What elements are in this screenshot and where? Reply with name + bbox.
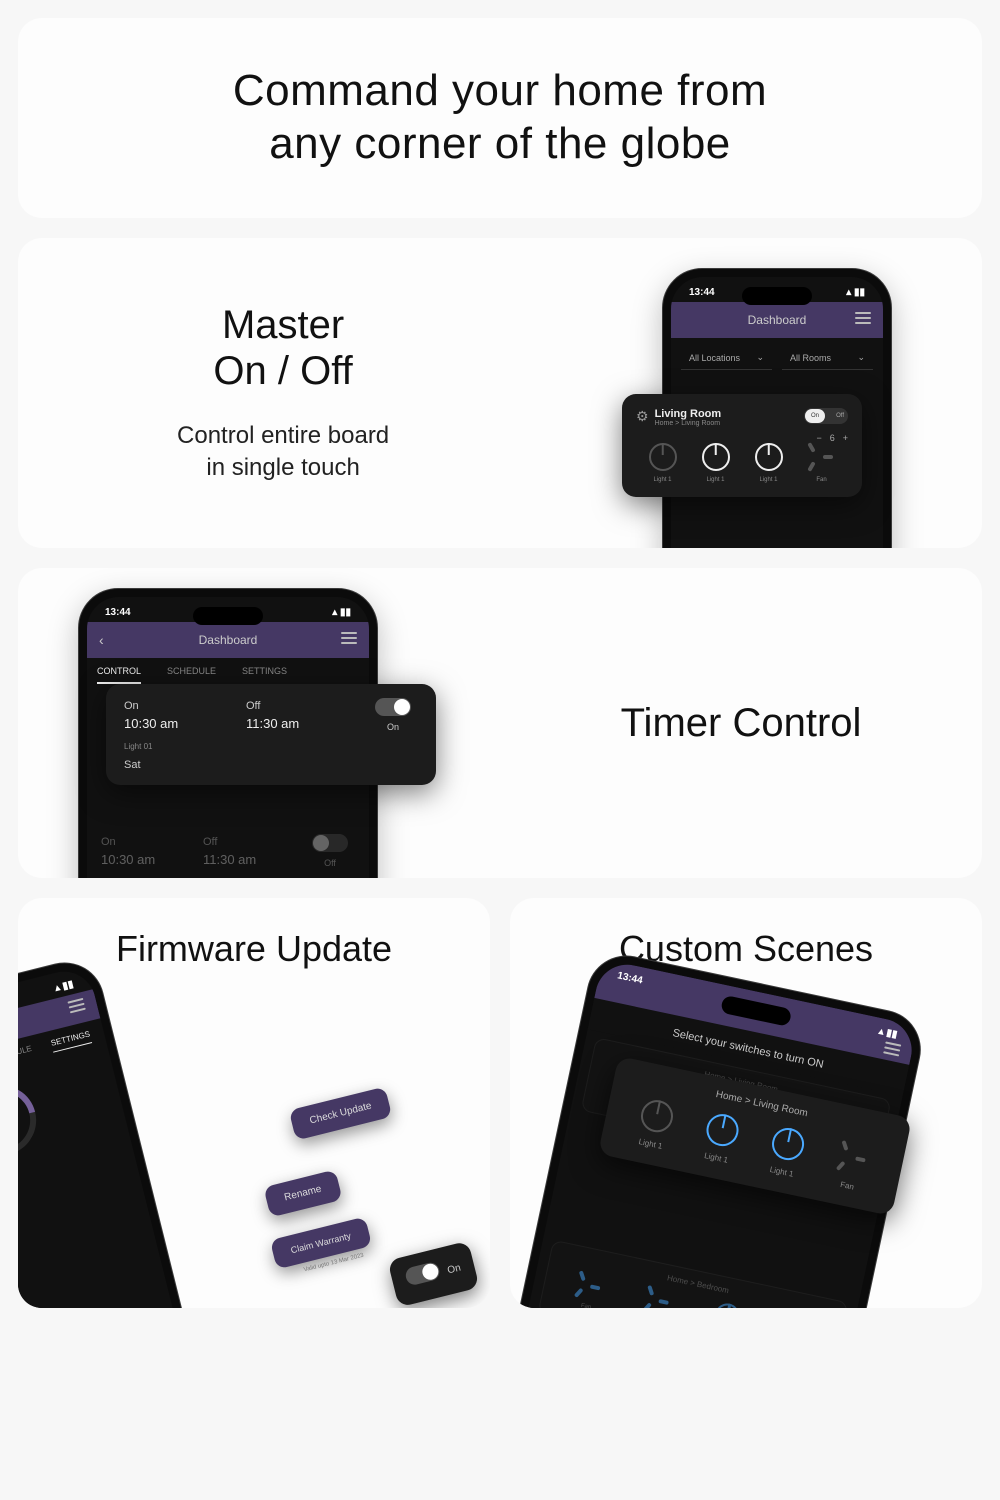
app-header: ‹ Dashboard [87,622,369,658]
power-icon [703,1111,741,1149]
stepper-value: 6 [830,433,835,443]
chevron-down-icon: ⌄ [857,352,865,363]
menu-icon[interactable] [883,1041,901,1056]
menu-icon[interactable] [67,998,85,1014]
rename-button[interactable]: Rename [264,1170,343,1218]
room-path: Home > Living Room [655,420,722,427]
master-text: Master On / Off Control entire board in … [18,238,548,548]
day-label: Sat [124,759,418,771]
on-time: 10:30 am [124,716,246,731]
gear-icon[interactable]: ⚙ [636,408,649,425]
master-phone-area: 13:44 ▴ ▮▮ Dashboard All Locations ⌄ All… [548,238,982,548]
timer-popup: On 10:30 am Off 11:30 am On Light 01 Sat [106,684,436,785]
dimmer-stepper[interactable]: − 6 + [816,433,848,443]
tab-control[interactable]: CONTROL [97,666,141,684]
back-icon[interactable]: ‹ [99,632,104,648]
menu-icon[interactable] [341,632,357,644]
master-title: Master On / Off [213,302,352,394]
fan-icon [834,1139,872,1177]
check-update-button[interactable]: Check Update [288,1086,392,1140]
minus-icon[interactable]: − [816,433,821,443]
toggle-popup: On [387,1241,479,1308]
status-time: 13:44 [689,287,715,298]
off-label: Off [246,700,368,712]
screen-title: Dashboard [199,633,258,647]
tab-schedule[interactable]: SCHEDULE [167,666,216,684]
timer-text: Timer Control [500,568,982,878]
phone-mockup: ▴ ▮▮ ULE SETTINGS 60% SSID: cs Current F… [18,954,215,1308]
timer-card: 13:44 ▴ ▮▮ ‹ Dashboard CONTROL SCHEDULE … [18,568,982,878]
switch-light-1[interactable]: Light 1 [649,443,677,483]
switch-light-2[interactable]: Light 1 [702,443,730,483]
scenes-title: Custom Scenes [510,928,982,970]
chevron-down-icon: ⌄ [756,352,764,363]
switch-light[interactable]: Light 1 [700,1111,741,1166]
hero-title: Command your home from any corner of the… [233,65,767,171]
rooms-dropdown[interactable]: All Rooms ⌄ [782,346,873,370]
master-subtitle: Control entire board in single touch [177,420,389,485]
firmware-title: Firmware Update [18,928,490,970]
status-icons: ▴ ▮▮ [332,607,351,618]
scenes-card: Custom Scenes 13:44 ▴ ▮▮ Select your swi… [510,898,982,1308]
schedule-row-disabled: On 10:30 am Off 11:30 am Off Light 01 [87,824,369,878]
timer-phone-area: 13:44 ▴ ▮▮ ‹ Dashboard CONTROL SCHEDULE … [18,568,500,878]
menu-icon[interactable] [855,312,871,324]
power-icon [755,443,783,471]
on-label: On [124,700,246,712]
switch-fan[interactable]: Fan [831,1139,872,1194]
claim-warranty-button[interactable]: Claim Warranty [270,1217,372,1270]
switch-light-3[interactable]: Light 1 [755,443,783,483]
phone-notch [193,607,263,625]
tab-settings[interactable]: SETTINGS [50,1029,92,1052]
power-icon [638,1097,676,1135]
switch-light[interactable]: Light 1 [634,1097,675,1152]
timer-title: Timer Control [621,700,862,746]
plus-icon[interactable]: + [843,433,848,443]
firmware-card: Firmware Update ▴ ▮▮ ULE SETTINGS 60% SS… [18,898,490,1308]
toggle-state: On [368,722,418,732]
hero-card: Command your home from any corner of the… [18,18,982,218]
power-icon [649,443,677,471]
toggle-switch[interactable] [404,1261,441,1287]
switch-fan[interactable]: Fan [808,443,836,483]
app-header: Dashboard [671,302,883,338]
schedule-toggle[interactable] [375,698,411,716]
schedule-toggle[interactable] [312,834,348,852]
device-label: Light 01 [124,742,418,751]
status-icons: ▴ ▮▮ [846,287,865,298]
phone-notch [742,287,812,305]
power-icon [702,443,730,471]
room-control-popup: ⚙ Living Room Home > Living Room On Off … [622,394,862,497]
screen-title: Dashboard [748,313,807,327]
master-onoff-card: Master On / Off Control entire board in … [18,238,982,548]
off-time: 11:30 am [246,716,368,731]
tab-settings[interactable]: SETTINGS [242,666,287,684]
power-icon [769,1125,807,1163]
room-name: Living Room [655,408,722,420]
master-toggle[interactable]: On Off [804,408,848,424]
switch-light[interactable]: Light 1 [765,1125,806,1180]
fan-icon [808,443,836,471]
locations-dropdown[interactable]: All Locations ⌄ [681,346,772,370]
status-time: 13:44 [105,607,131,618]
tab-bar: CONTROL SCHEDULE SETTINGS [87,658,369,684]
